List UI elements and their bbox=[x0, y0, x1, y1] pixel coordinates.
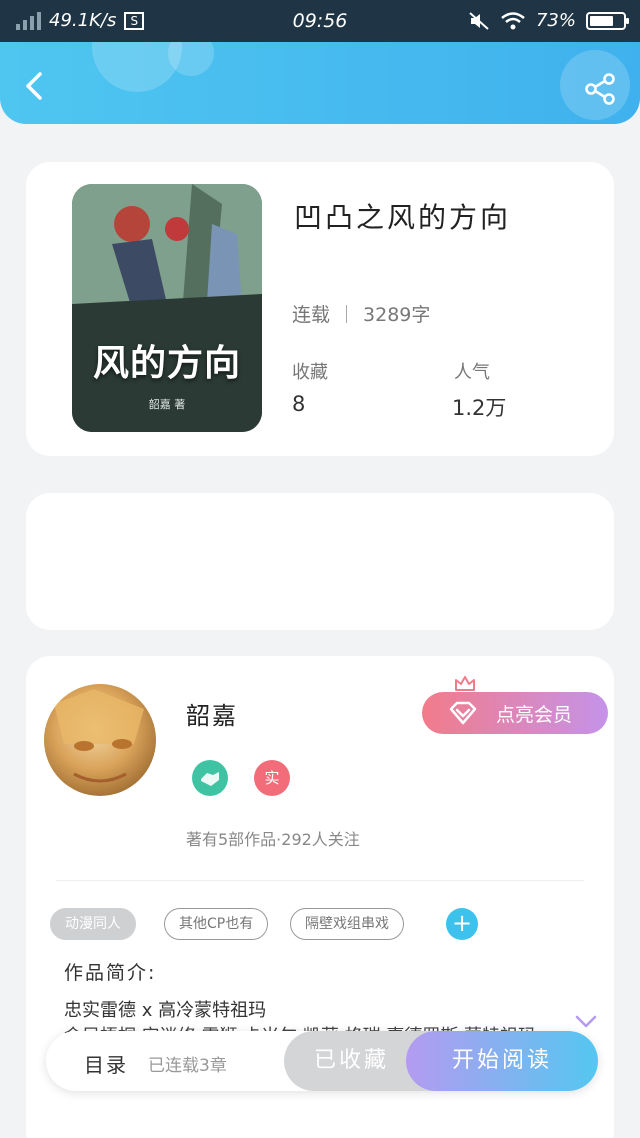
favorites-value: 8 bbox=[292, 392, 306, 416]
book-status: 连载 bbox=[292, 304, 331, 326]
toc-status: 已连载3章 bbox=[148, 1056, 227, 1076]
real-name-badge[interactable]: 实 bbox=[254, 760, 290, 796]
book-meta: 连载 3289字 bbox=[292, 300, 430, 327]
tag-1[interactable]: 其他CP也有 bbox=[164, 908, 269, 940]
intro-line-1: 忠实雷德 x 高冷蒙特祖玛 bbox=[64, 1000, 267, 1021]
top-bar bbox=[0, 42, 640, 124]
book-title: 凹凸之风的方向 bbox=[294, 201, 512, 234]
back-button[interactable] bbox=[20, 66, 50, 106]
battery-text: 73% bbox=[535, 10, 576, 31]
toc-button[interactable]: 目录 bbox=[84, 1049, 128, 1078]
popularity-value: 1.2万 bbox=[452, 396, 507, 420]
handshake-badge-icon[interactable] bbox=[192, 760, 228, 796]
start-reading-button[interactable]: 开始阅读 bbox=[406, 1031, 598, 1091]
tag-2[interactable]: 隔壁戏组串戏 bbox=[290, 908, 404, 940]
cover-title: 风的方向 bbox=[92, 342, 241, 384]
avatar-illustration bbox=[54, 689, 144, 783]
author-name: 韶嘉 bbox=[186, 702, 238, 730]
chevron-down-icon[interactable] bbox=[574, 1014, 598, 1030]
diamond-icon bbox=[449, 701, 477, 725]
wifi-icon bbox=[501, 11, 525, 29]
placeholder-card bbox=[26, 493, 614, 630]
favorites-label: 收藏 bbox=[292, 362, 328, 383]
status-right: 73% bbox=[468, 10, 629, 31]
tag-0[interactable]: 动漫同人 bbox=[50, 908, 136, 940]
vip-label: 点亮会员 bbox=[496, 703, 573, 726]
author-avatar[interactable] bbox=[44, 684, 156, 796]
chevron-left-icon bbox=[26, 72, 42, 100]
meta-divider bbox=[346, 304, 348, 323]
intro-heading: 作品简介: bbox=[64, 962, 157, 984]
mute-icon bbox=[469, 11, 489, 30]
popularity-label: 人气 bbox=[454, 362, 490, 383]
word-count: 3289字 bbox=[363, 304, 431, 326]
book-info-card: 风的方向 韶嘉 著 凹凸之风的方向 连载 3289字 收藏 8 人气 1.2万 bbox=[26, 162, 614, 456]
status-bar: 49.1K/s S 09:56 73% bbox=[0, 0, 640, 42]
add-tag-button[interactable]: + bbox=[446, 908, 478, 940]
share-button[interactable] bbox=[584, 72, 618, 106]
cover-author: 韶嘉 著 bbox=[148, 398, 186, 411]
works-summary: 著有5部作品·292人关注 bbox=[186, 830, 360, 849]
share-icon bbox=[585, 73, 615, 105]
bottom-action-bar: 目录 已连载3章 已收藏 开始阅读 bbox=[46, 1031, 598, 1091]
book-cover[interactable]: 风的方向 韶嘉 著 bbox=[72, 184, 262, 432]
vip-button[interactable]: 点亮会员 bbox=[422, 692, 608, 734]
cover-illustration bbox=[72, 184, 262, 432]
crown-icon bbox=[455, 676, 475, 691]
divider bbox=[56, 880, 584, 881]
battery-icon bbox=[586, 11, 629, 30]
